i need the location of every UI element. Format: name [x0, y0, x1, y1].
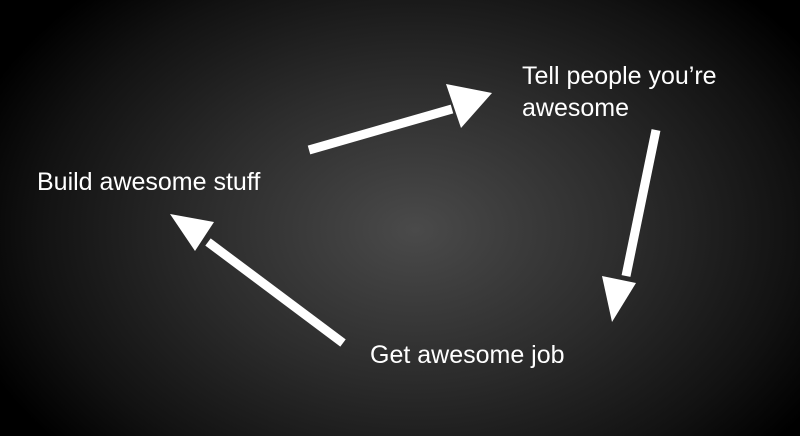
arrow-tell-to-job	[602, 129, 661, 322]
arrow-build-to-tell	[307, 84, 492, 155]
step-tell-people-line2: awesome	[522, 94, 629, 122]
step-build-awesome-stuff: Build awesome stuff	[37, 168, 261, 196]
step-tell-people-line1: Tell people you’re	[522, 62, 717, 90]
arrow-job-to-build	[170, 214, 346, 347]
slide: Build awesome stuff Tell people you’re a…	[0, 0, 800, 436]
step-tell-people: Tell people you’re awesome	[522, 60, 762, 124]
step-get-awesome-job: Get awesome job	[370, 341, 565, 369]
